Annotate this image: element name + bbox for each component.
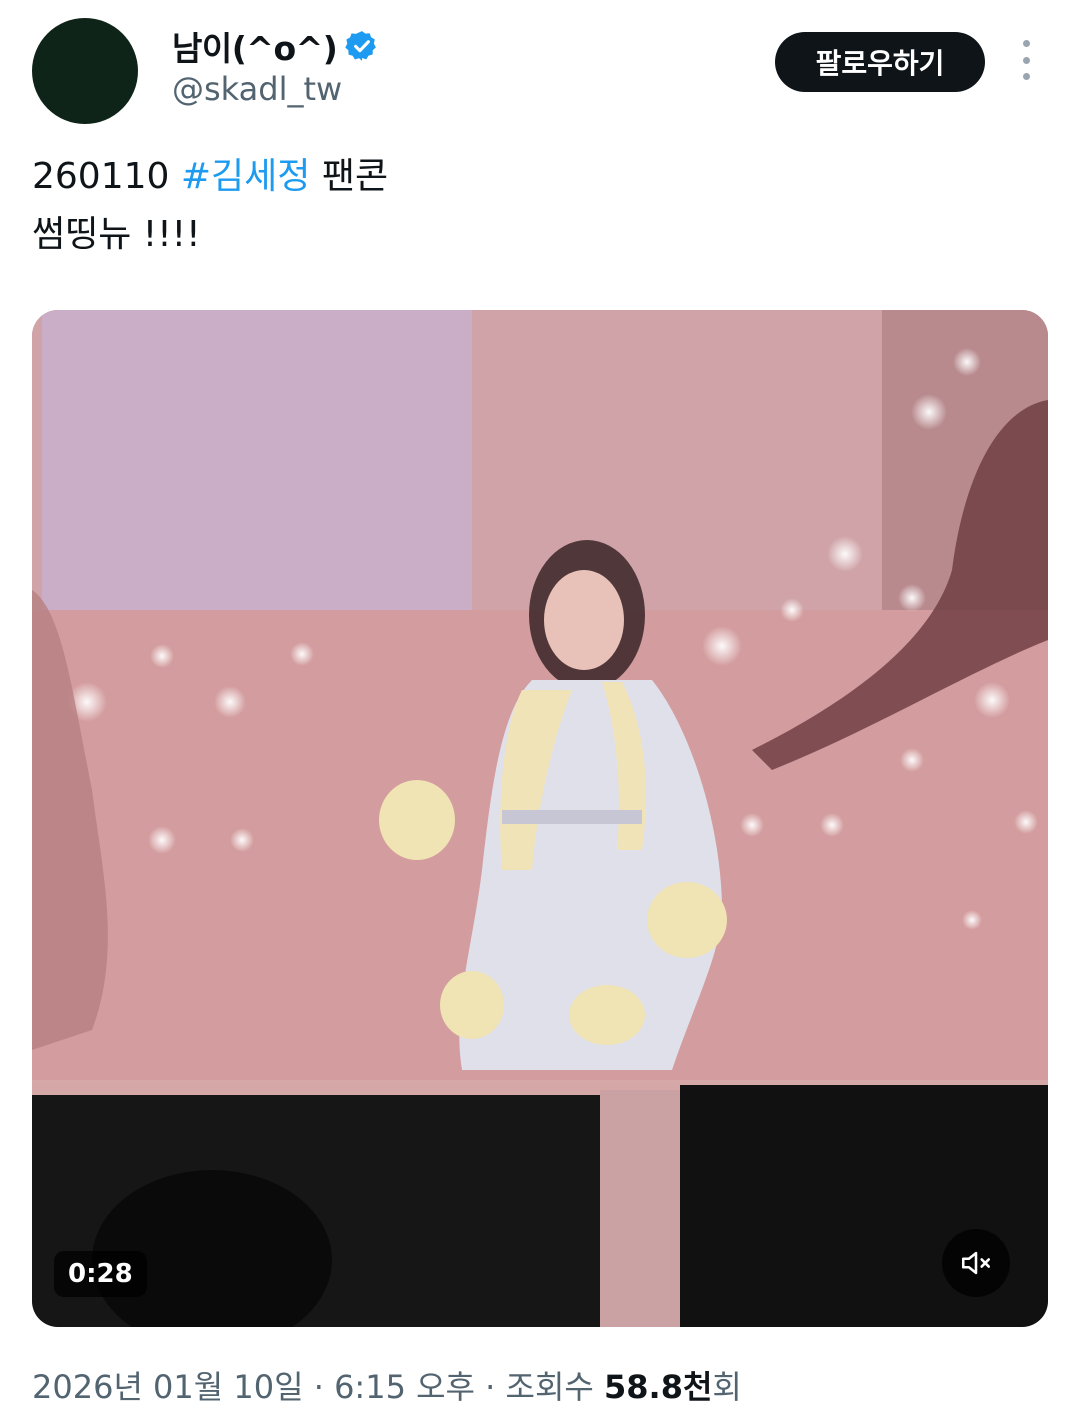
views-label: 조회수 [505,1368,604,1406]
display-name[interactable]: 남이(^o^) [172,22,338,70]
views-suffix: 회 [712,1368,742,1406]
tweet-text-line1: 260110 #김세정 팬콘 [32,148,388,206]
tweet-date[interactable]: 2026년 01월 10일 [32,1368,304,1406]
tweet-text-line2: 썸띵뉴 !!!! [32,214,201,255]
text-prefix: 260110 [32,156,181,197]
tweet-time[interactable]: 6:15 오후 [334,1368,475,1406]
video-duration: 0:28 [54,1251,147,1297]
author-row: 남이(^o^) [172,22,379,70]
tweet-metadata: 2026년 01월 10일 · 6:15 오후 · 조회수 58.8천회 [32,1362,742,1408]
more-vertical-icon[interactable] [1014,40,1038,80]
volume-muted-icon[interactable] [942,1229,1010,1297]
verified-badge-icon [345,29,379,63]
views-count: 58.8천 [604,1368,713,1406]
author-handle[interactable]: @skadl_tw [172,70,342,108]
video-frame [32,310,1048,1327]
follow-button[interactable]: 팔로우하기 [775,32,985,92]
video-player[interactable]: 0:28 [32,310,1048,1327]
avatar[interactable] [32,18,138,124]
text-suffix: 팬콘 [310,156,389,197]
meta-separator-1: · [303,1368,335,1406]
hashtag-link[interactable]: #김세정 [181,156,311,197]
tweet-text: 260110 #김세정 팬콘 썸띵뉴 !!!! [32,148,388,264]
meta-separator-2: · [474,1368,506,1406]
